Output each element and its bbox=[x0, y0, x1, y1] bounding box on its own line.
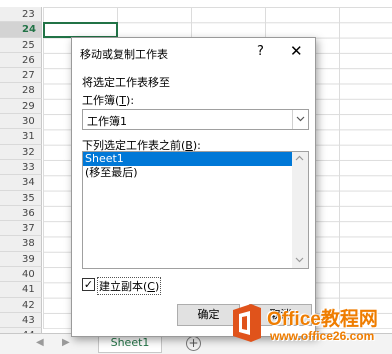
excel-window: 23 24 25 26 27 28 29 30 31 32 33 34 35 36 37 38 39 40 41 42… bbox=[0, 0, 392, 354]
row-header[interactable]: 35 bbox=[0, 190, 42, 206]
copy-label-post: ) bbox=[154, 280, 160, 293]
copy-label-key: C bbox=[147, 280, 155, 293]
row-header[interactable]: 43 bbox=[0, 312, 42, 329]
move-copy-dialog: 移动或复制工作表 ? ✕ 将选定工作表移至 工作簿(T): 工作簿1 下列选定工… bbox=[71, 37, 316, 337]
row-header[interactable]: 30 bbox=[0, 114, 42, 130]
move-to-label: 将选定工作表移至 bbox=[82, 76, 170, 89]
row-header[interactable]: 33 bbox=[0, 159, 42, 176]
workbook-select[interactable]: 工作簿1 bbox=[82, 109, 309, 130]
row-header[interactable]: 39 bbox=[0, 251, 42, 268]
row-header[interactable]: 25 bbox=[0, 37, 42, 53]
create-copy-label[interactable]: 建立副本(C) bbox=[97, 277, 162, 295]
row-header[interactable]: 23 bbox=[0, 7, 42, 23]
scroll-down-icon[interactable] bbox=[295, 256, 304, 266]
sheet-listbox[interactable]: Sheet1 (移至最后) bbox=[82, 151, 309, 269]
row-header[interactable]: 31 bbox=[0, 129, 42, 145]
list-item[interactable]: (移至最后) bbox=[83, 166, 292, 180]
row-header[interactable]: 38 bbox=[0, 236, 42, 252]
row-header[interactable]: 36 bbox=[0, 205, 42, 222]
row-header[interactable]: 40 bbox=[0, 267, 42, 283]
row-header[interactable]: 29 bbox=[0, 98, 42, 115]
row-header[interactable]: 24 bbox=[0, 22, 42, 38]
watermark: Office教程网 www.office26.com bbox=[230, 298, 392, 350]
add-sheet-icon[interactable]: + bbox=[186, 336, 201, 351]
workbook-label-pre: 工作簿( bbox=[82, 94, 120, 107]
listbox-scrollbar[interactable] bbox=[292, 152, 308, 268]
workbook-label-post: ): bbox=[126, 94, 135, 107]
next-sheet-icon[interactable]: ▶ bbox=[62, 337, 70, 348]
prev-sheet-icon[interactable]: ◀ bbox=[36, 337, 44, 348]
dialog-title: 移动或复制工作表 bbox=[80, 48, 168, 61]
watermark-url: www.office26.com bbox=[270, 329, 375, 343]
watermark-title: Office教程网 bbox=[267, 309, 378, 330]
list-item[interactable]: Sheet1 bbox=[83, 152, 292, 166]
row-headers: 23 24 25 26 27 28 29 30 31 32 33 34 35 36 37 38 39 40 41 42… bbox=[0, 7, 42, 344]
row-header[interactable]: 26 bbox=[0, 52, 42, 69]
row-header[interactable]: 27 bbox=[0, 68, 42, 84]
row-header[interactable]: 32 bbox=[0, 144, 42, 160]
row-header[interactable]: 34 bbox=[0, 175, 42, 191]
row-header[interactable]: 28 bbox=[0, 83, 42, 99]
scroll-up-icon[interactable] bbox=[295, 154, 304, 164]
help-button[interactable]: ? bbox=[257, 44, 264, 59]
chevron-down-icon[interactable] bbox=[292, 110, 308, 129]
row-header[interactable]: 41 bbox=[0, 282, 42, 298]
office-logo-icon bbox=[233, 304, 261, 342]
workbook-label: 工作簿(T): bbox=[82, 92, 134, 108]
close-button[interactable]: ✕ bbox=[290, 42, 303, 60]
copy-label-pre: 建立副本( bbox=[99, 280, 148, 293]
row-header[interactable]: 42 bbox=[0, 297, 42, 313]
active-cell[interactable] bbox=[43, 22, 118, 39]
create-copy-checkbox[interactable]: ✓ bbox=[82, 278, 95, 291]
row-header[interactable]: 37 bbox=[0, 221, 42, 237]
workbook-value: 工作簿1 bbox=[87, 115, 127, 128]
